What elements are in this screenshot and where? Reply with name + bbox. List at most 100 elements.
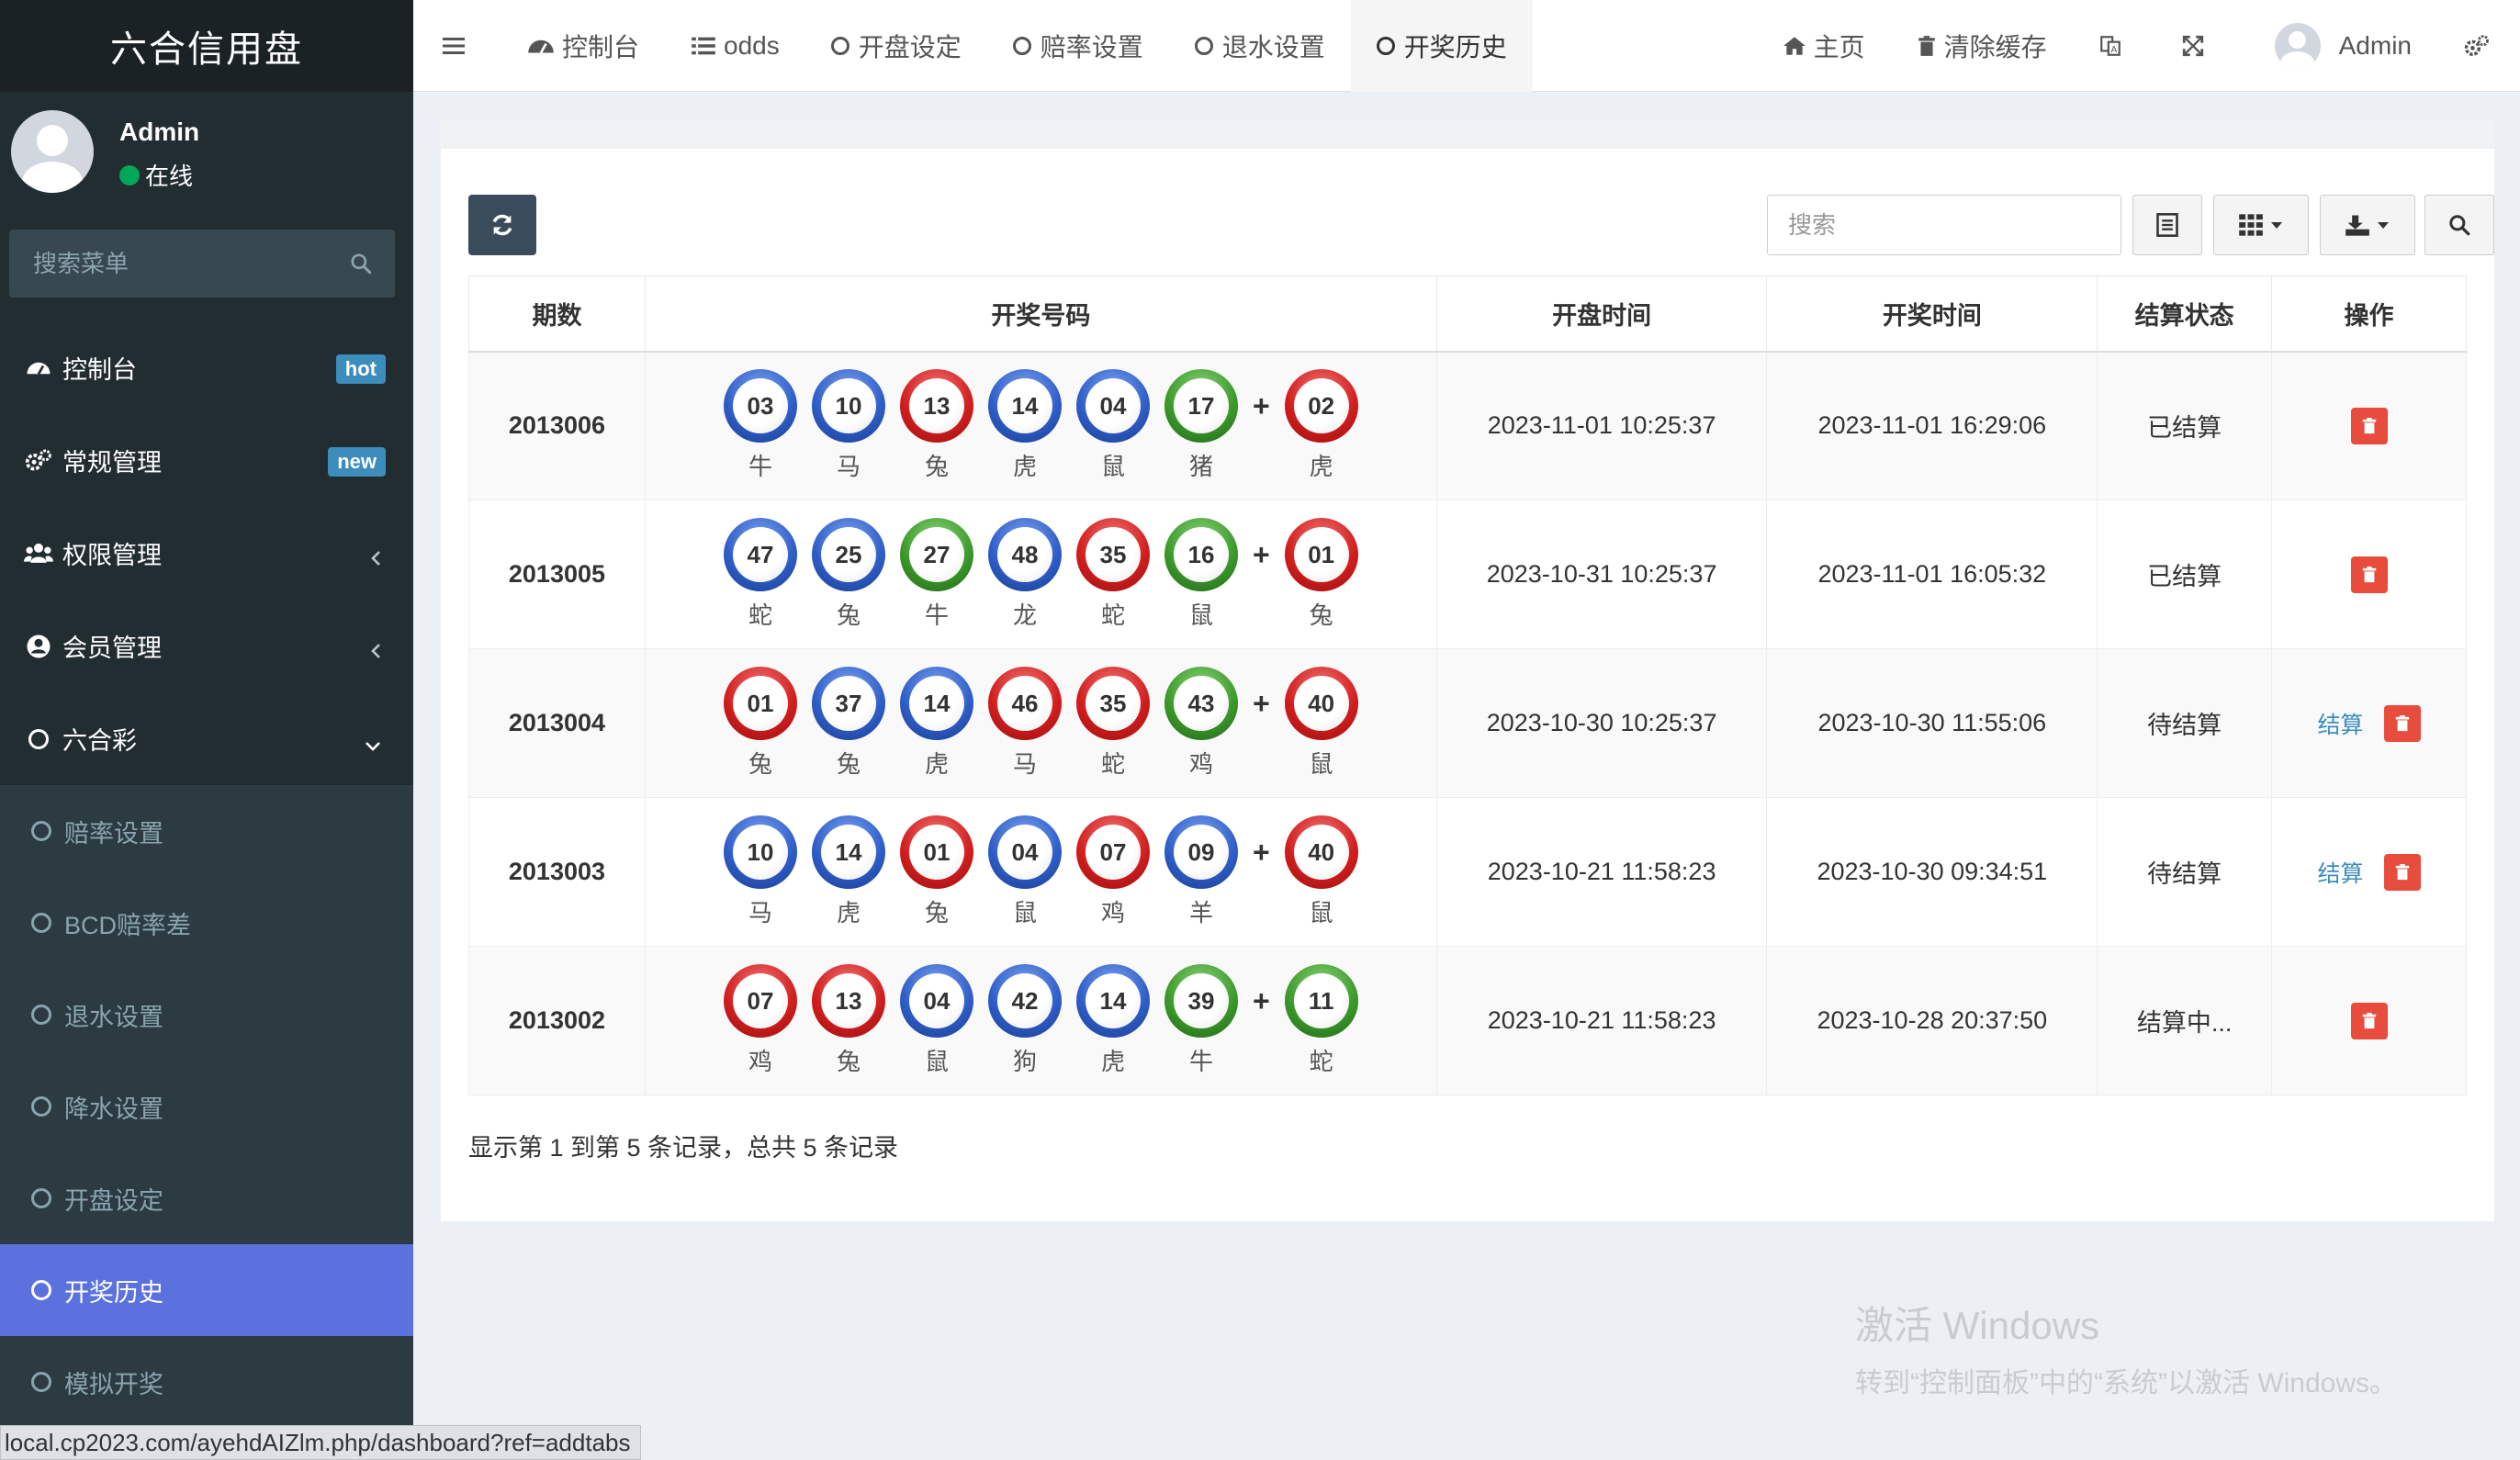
zodiac-label: 狗	[1012, 1048, 1037, 1075]
hamburger-icon	[443, 37, 465, 54]
fullscreen-button[interactable]	[2155, 0, 2238, 92]
toggle-view-button[interactable]	[2132, 195, 2202, 255]
lottery-ball: 01	[1284, 518, 1358, 591]
sidebar-item-open-settings[interactable]: 开盘设定	[0, 1152, 413, 1244]
clear-cache-button[interactable]: 清除缓存	[1891, 0, 2073, 92]
sidebar-item-general[interactable]: 常规管理 new	[0, 414, 413, 507]
search-icon[interactable]	[349, 252, 373, 280]
column-header[interactable]: 开奖时间	[1766, 275, 2098, 353]
zodiac-label: 兔	[836, 601, 861, 629]
lottery-ball: 07	[723, 964, 797, 1038]
sidebar-item-draw-history[interactable]: 开奖历史	[0, 1244, 413, 1336]
columns-dropdown-button[interactable]	[2213, 195, 2309, 255]
actions-cell	[2271, 351, 2467, 500]
row-actions	[2272, 407, 2466, 444]
lottery-ball: 17	[1164, 369, 1238, 444]
delete-button[interactable]	[2350, 1002, 2388, 1039]
delete-button[interactable]	[2383, 704, 2421, 742]
caret-down-icon	[2378, 222, 2389, 229]
special-ball-item: 01 兔	[1284, 518, 1358, 631]
tab-draw-history[interactable]: 开奖历史	[1350, 0, 1533, 92]
lottery-ball: 13	[811, 964, 885, 1038]
ball-item: 01 兔	[899, 815, 973, 928]
tab-odds[interactable]: odds	[665, 0, 805, 92]
lottery-ball: 37	[811, 667, 885, 740]
status-cell: 待结算	[2097, 648, 2273, 798]
column-header[interactable]: 结算状态	[2097, 275, 2273, 353]
ball-item: 13 兔	[899, 369, 973, 482]
list-icon	[692, 37, 715, 54]
sidebar-toggle-button[interactable]	[413, 0, 501, 92]
table-row: 2013002 07 鸡 13 兔 04 鼠 42 狗 14 虎 39 牛 +11 蛇 2023-10-21 …	[468, 946, 2467, 1095]
tab-rebate-settings[interactable]: 退水设置	[1169, 0, 1351, 92]
delete-button[interactable]	[2350, 407, 2388, 444]
zodiac-label: 兔	[836, 750, 861, 778]
lottery-ball: 14	[987, 369, 1062, 444]
zodiac-label: 牛	[924, 601, 949, 629]
advanced-search-button[interactable]	[2424, 195, 2494, 255]
table-search	[1767, 195, 2121, 255]
sidebar-item-members[interactable]: 会员管理	[0, 600, 413, 692]
export-icon	[2346, 215, 2369, 236]
settings-button[interactable]	[2437, 0, 2520, 92]
ball-item: 13 兔	[811, 964, 885, 1077]
sidebar-item-rebate-reduce[interactable]: 降水设置	[0, 1061, 413, 1152]
lottery-ball: 40	[1284, 667, 1358, 740]
lottery-ball: 01	[899, 815, 973, 889]
sidebar-item-odds-settings[interactable]: 赔率设置	[0, 785, 413, 877]
draw-time-cell: 2023-10-28 20:37:50	[1766, 946, 2098, 1095]
zodiac-label: 蛇	[1100, 750, 1125, 778]
lottery-ball: 13	[899, 369, 973, 444]
users-icon	[22, 537, 55, 570]
plus-sign: +	[1252, 836, 1270, 869]
user-menu[interactable]: Admin	[2238, 0, 2437, 92]
delete-button[interactable]	[2350, 556, 2388, 593]
delete-button[interactable]	[2383, 853, 2421, 891]
card-view-icon	[2156, 213, 2178, 237]
sidebar-item-lottery[interactable]: 六合彩	[0, 692, 413, 785]
row-actions: 结算	[2272, 704, 2466, 742]
table-row: 2013006 03 牛 10 马 13 兔 14 虎 04 鼠 17 猪 +02 虎 2023-11-01 …	[468, 351, 2467, 500]
special-ball-item: 11 蛇	[1284, 964, 1358, 1077]
sidebar-item-permissions[interactable]: 权限管理	[0, 507, 413, 600]
user-panel: Admin 在线	[0, 92, 413, 216]
circle-icon	[31, 1096, 51, 1117]
tab-dashboard[interactable]: 控制台	[501, 0, 665, 92]
brand-logo[interactable]: 六合信用盘	[0, 0, 413, 92]
lottery-ball: 39	[1164, 964, 1238, 1038]
home-link[interactable]: 主页	[1757, 0, 1891, 92]
sidebar-search-input[interactable]	[9, 230, 395, 298]
column-header[interactable]: 开盘时间	[1435, 275, 1768, 353]
dashboard-icon	[528, 39, 554, 53]
new-badge: new	[328, 447, 386, 477]
sidebar-item-dashboard[interactable]: 控制台 hot	[0, 321, 413, 414]
dashboard-icon	[22, 352, 55, 385]
sidebar-item-simulate-draw[interactable]: 模拟开奖	[0, 1336, 413, 1428]
column-header[interactable]: 操作	[2271, 275, 2467, 353]
settle-link[interactable]: 结算	[2318, 856, 2364, 889]
numbers-cell: 01 兔 37 兔 14 虎 46 马 35 蛇 43 鸡 +40 鼠	[644, 648, 1437, 798]
tab-odds-settings[interactable]: 赔率设置	[987, 0, 1169, 92]
tab-open-settings[interactable]: 开盘设定	[805, 0, 987, 92]
table-search-input[interactable]	[1768, 196, 2121, 254]
zodiac-label: 马	[836, 453, 861, 481]
zodiac-label: 鼠	[1188, 601, 1213, 629]
lottery-ball: 10	[811, 369, 885, 444]
top-navbar: 控制台 odds 开盘设定 赔率设置 退水设置 开奖历史 主页 清除缓存 A A…	[413, 0, 2520, 92]
ball-item: 48 龙	[987, 518, 1062, 631]
sidebar-item-bcd-odds-diff[interactable]: BCD赔率差	[0, 877, 413, 969]
status-cell: 已结算	[2097, 500, 2273, 649]
settle-link[interactable]: 结算	[2318, 707, 2364, 740]
refresh-button[interactable]	[468, 195, 536, 255]
lottery-ball: 01	[723, 667, 797, 740]
column-header[interactable]: 期数	[468, 275, 646, 353]
svg-text:A: A	[2110, 45, 2117, 55]
ball-item: 14 虎	[899, 667, 973, 780]
chevron-down-icon	[364, 731, 382, 759]
ball-item: 10 马	[723, 815, 797, 928]
language-button[interactable]: A	[2073, 0, 2155, 92]
export-dropdown-button[interactable]	[2320, 195, 2415, 255]
column-header[interactable]: 开奖号码	[644, 275, 1437, 353]
plus-sign: +	[1252, 687, 1270, 720]
sidebar-item-rebate-settings[interactable]: 退水设置	[0, 969, 413, 1061]
